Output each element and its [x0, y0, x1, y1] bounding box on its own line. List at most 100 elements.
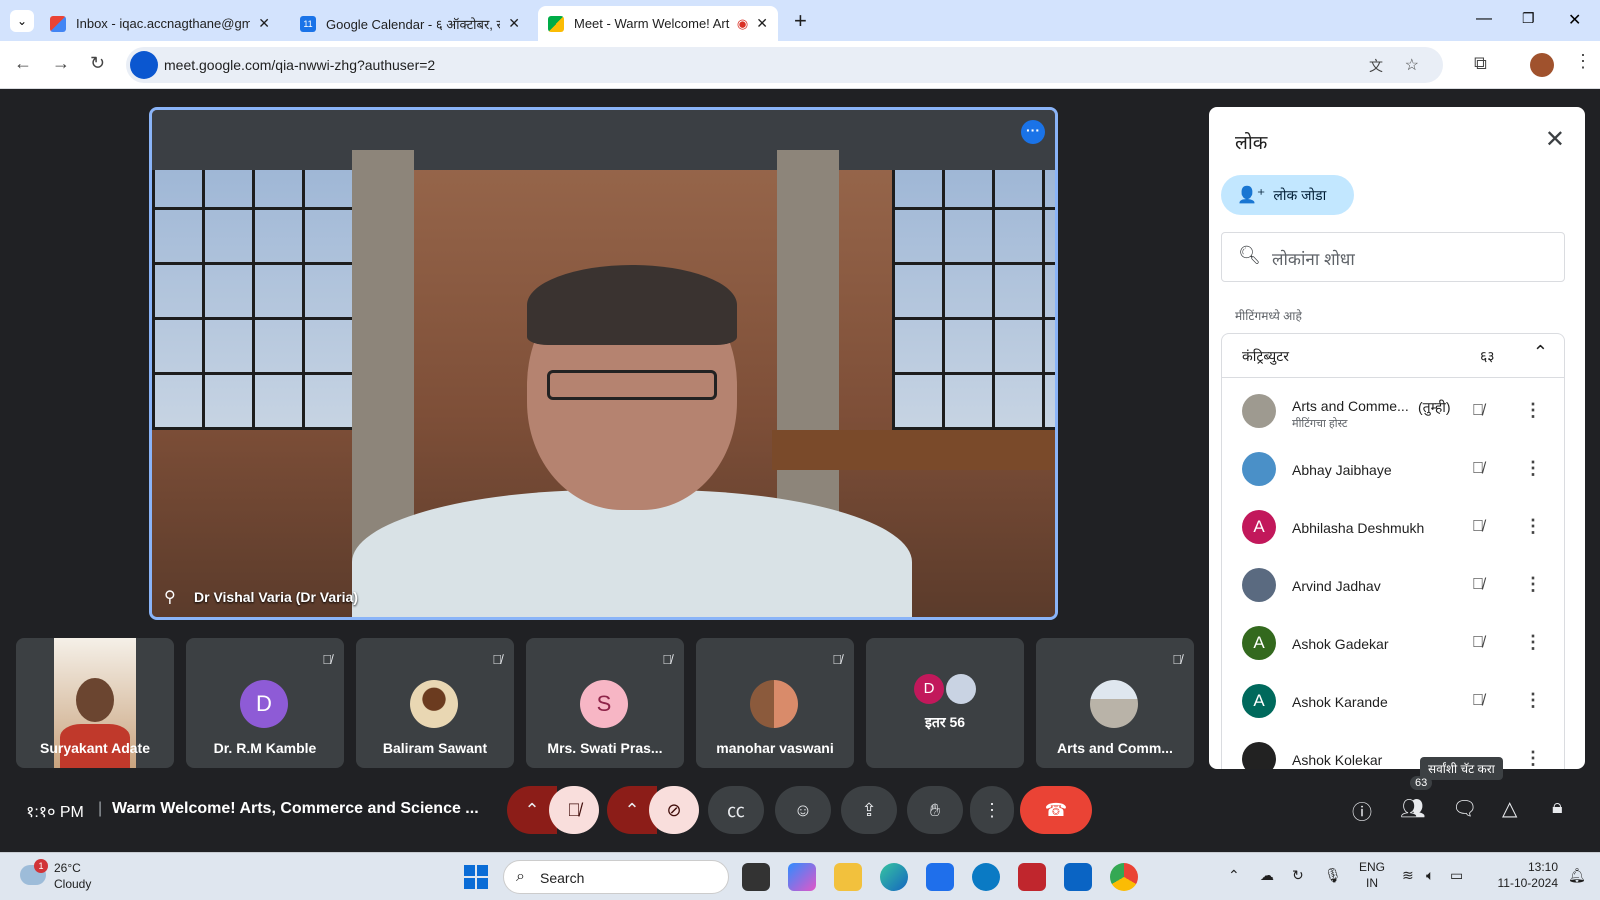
more-options-button[interactable]: ⋮	[970, 786, 1014, 834]
search-people-input[interactable]: 🔍︎ लोकांना शोधा	[1221, 232, 1565, 282]
participant-tile[interactable]: 🎙̸ S Mrs. Swati Pras...	[526, 638, 684, 768]
participant-name: manohar vaswani	[716, 740, 834, 756]
participant-tile[interactable]: Suryakant Adate	[16, 638, 174, 768]
participant-tile[interactable]: 🎙̸ manohar vaswani	[696, 638, 854, 768]
more-options-icon[interactable]: ···	[1021, 120, 1045, 144]
microphone-site-icon[interactable]	[130, 51, 158, 79]
add-people-button[interactable]: 👤⁺ लोक जोडा	[1221, 175, 1354, 215]
more-options-icon[interactable]: ⋮	[1524, 748, 1542, 769]
translate-icon[interactable]: 文	[1369, 56, 1383, 76]
participant-row[interactable]: Abhay Jaibhaye 🎙̸ ⋮	[1222, 442, 1566, 500]
forward-icon[interactable]: →	[52, 53, 70, 74]
chrome-icon[interactable]	[1110, 863, 1138, 891]
battery-icon[interactable]: ▭	[1450, 867, 1463, 884]
tab-gmail[interactable]: Inbox - iqac.accnagthane@gma ✕	[40, 6, 280, 41]
onedrive-icon[interactable]: ☁	[1260, 867, 1274, 884]
menu-kebab-icon[interactable]: ⋮	[1574, 51, 1592, 72]
reactions-button[interactable]: ☺	[775, 786, 831, 834]
more-options-icon[interactable]: ⋮	[1524, 458, 1542, 479]
avatar	[1242, 394, 1276, 428]
participant-name: Abhay Jaibhaye	[1292, 462, 1392, 478]
language-indicator[interactable]: ENG IN	[1359, 859, 1385, 891]
main-speaker-video[interactable]: ··· ⚲ Dr Vishal Varia (Dr Varia)	[149, 107, 1058, 620]
more-options-icon[interactable]: ⋮	[1524, 690, 1542, 711]
new-tab-button[interactable]: +	[794, 8, 807, 34]
back-icon[interactable]: ←	[14, 53, 32, 74]
sync-icon[interactable]: ↻	[1292, 867, 1304, 884]
tab-meet[interactable]: Meet - Warm Welcome! Art ◉ ✕	[538, 6, 778, 41]
tab-search-button[interactable]: ⌄	[10, 10, 34, 32]
recording-icon: ◉	[736, 15, 749, 31]
chat-icon[interactable]: 🗨︎	[1452, 796, 1477, 821]
participant-name: Baliram Sawant	[382, 740, 488, 756]
close-icon[interactable]: ✕	[1545, 125, 1565, 154]
copilot-icon[interactable]	[788, 863, 816, 891]
gmail-icon	[50, 15, 66, 32]
participant-row[interactable]: Arts and Comme... (तुम्ही) मीटिंगचा होस्…	[1222, 384, 1566, 442]
participant-row[interactable]: A Abhilasha Deshmukh 🎙̸ ⋮	[1222, 500, 1566, 558]
more-options-icon[interactable]: ⋮	[1524, 574, 1542, 595]
participant-row[interactable]: A Ashok Karande 🎙̸ ⋮	[1222, 674, 1566, 732]
more-vert-icon: ⋮	[983, 799, 1001, 820]
participant-row[interactable]: A Ashok Gadekar 🎙̸ ⋮	[1222, 616, 1566, 674]
present-button[interactable]: ⇪	[841, 786, 897, 834]
taskbar-search-input[interactable]: ⌕ Search	[503, 860, 729, 894]
participant-name: Dr. R.M Kamble	[213, 740, 317, 756]
minimize-icon[interactable]: —	[1476, 10, 1492, 28]
others-tile[interactable]: D इतर 56	[866, 638, 1024, 768]
restore-icon[interactable]: ❐	[1522, 10, 1535, 27]
chevron-up-icon[interactable]: ⌃	[1228, 867, 1240, 884]
participant-row[interactable]: Arvind Jadhav 🎙̸ ⋮	[1222, 558, 1566, 616]
url-text[interactable]: meet.google.com/qia-nwwi-zhg?authuser=2	[164, 57, 435, 73]
more-options-icon[interactable]: ⋮	[1524, 632, 1542, 653]
person-glasses	[547, 370, 717, 400]
activities-icon[interactable]: △	[1502, 796, 1517, 821]
bookmark-star-icon[interactable]: ☆	[1405, 55, 1419, 75]
extensions-icon[interactable]: ⧉	[1474, 53, 1487, 74]
tab-calendar[interactable]: 11 Google Calendar - ६ ऑक्टोबर, र ✕	[290, 6, 530, 41]
windows-start-icon[interactable]	[464, 865, 488, 889]
avatar: D	[240, 680, 288, 728]
system-clock[interactable]: 13:10 11-10-2024	[1488, 859, 1559, 891]
participant-tile[interactable]: 🎙̸ Baliram Sawant	[356, 638, 514, 768]
close-window-icon[interactable]: ✕	[1568, 10, 1581, 30]
file-explorer-icon[interactable]	[834, 863, 862, 891]
mcafee-icon[interactable]	[1018, 863, 1046, 891]
participant-tile[interactable]: 🎙̸ D Dr. R.M Kamble	[186, 638, 344, 768]
task-view-icon[interactable]	[742, 863, 770, 891]
microphone-icon[interactable]: 🎙︎	[1324, 867, 1342, 884]
address-bar[interactable]: meet.google.com/qia-nwwi-zhg?authuser=2 …	[126, 47, 1443, 83]
contributors-section-header[interactable]: कंट्रिब्युटर ६३ ⌃	[1221, 333, 1565, 377]
wifi-icon[interactable]: ≋	[1402, 867, 1414, 884]
dell-icon[interactable]	[972, 863, 1000, 891]
meet-icon	[548, 15, 564, 32]
edge-icon[interactable]	[880, 863, 908, 891]
host-controls-icon[interactable]: 🔒︎	[1552, 796, 1563, 819]
reload-icon[interactable]: ↻	[90, 53, 105, 74]
camera-toggle-button[interactable]: ⊘	[649, 786, 699, 834]
captions-button[interactable]: ㏄	[708, 786, 764, 834]
close-tab-icon[interactable]: ✕	[756, 15, 768, 32]
store-icon[interactable]	[926, 863, 954, 891]
volume-icon[interactable]: 🔈︎	[1426, 867, 1434, 884]
close-tab-icon[interactable]: ✕	[258, 15, 270, 32]
more-options-icon[interactable]: ⋮	[1524, 516, 1542, 537]
microphone-toggle-button[interactable]: 🎙̸	[549, 786, 599, 834]
more-options-icon[interactable]: ⋮	[1524, 400, 1542, 421]
pin-icon[interactable]: ⚲	[164, 587, 176, 607]
outlook-icon[interactable]	[1064, 863, 1092, 891]
notification-bell-icon[interactable]: 🔔︎	[1568, 867, 1586, 884]
close-tab-icon[interactable]: ✕	[508, 15, 520, 32]
lang-code: ENG	[1359, 860, 1386, 874]
people-icon[interactable]: 👥︎	[1400, 796, 1425, 821]
chevron-up-icon[interactable]: ⌃	[1533, 342, 1548, 363]
participant-row[interactable]: Ashok Kolekar ⋮	[1222, 732, 1566, 769]
others-count: इतर 56	[924, 714, 966, 730]
leave-call-button[interactable]: ☎	[1020, 786, 1092, 834]
notification-badge: 1	[34, 859, 48, 873]
meeting-info-icon[interactable]: ⓘ	[1352, 796, 1372, 825]
profile-avatar[interactable]	[1530, 53, 1554, 77]
raise-hand-button[interactable]: ✋︎	[907, 786, 963, 834]
participant-tile[interactable]: 🎙̸ Arts and Comm...	[1036, 638, 1194, 768]
participant-name: Arts and Comme...	[1292, 398, 1409, 414]
